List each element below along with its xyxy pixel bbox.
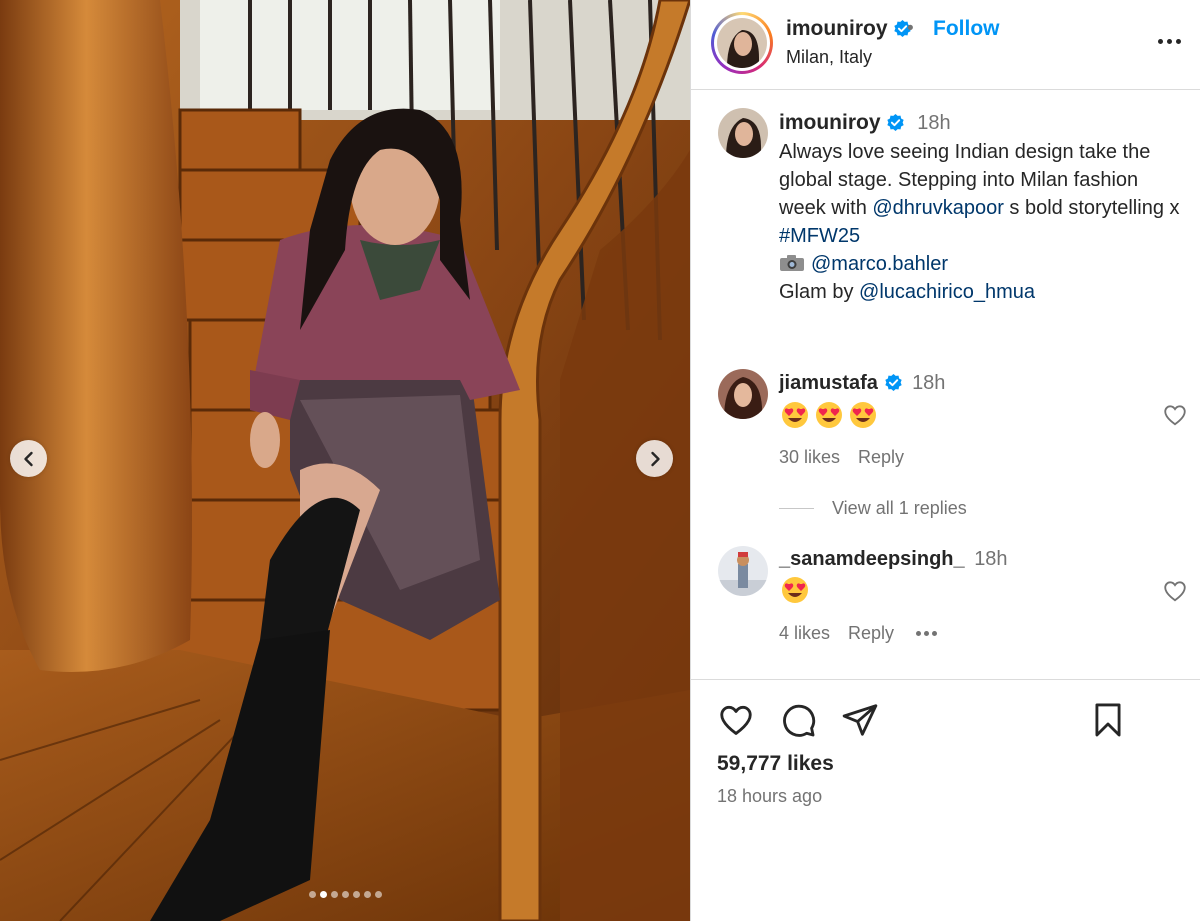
heart-icon[interactable] bbox=[1162, 578, 1188, 604]
slide-dot bbox=[319, 891, 327, 898]
chevron-left-icon bbox=[23, 451, 33, 466]
chevron-right-icon bbox=[650, 451, 660, 466]
view-replies-button[interactable]: View all 1 replies bbox=[779, 498, 967, 519]
verified-badge-icon bbox=[887, 113, 905, 132]
comment-time: 18h bbox=[912, 372, 946, 394]
comment-meta: 30 likes Reply bbox=[779, 447, 904, 468]
author-username[interactable]: imouniroy bbox=[786, 17, 912, 41]
reply-button[interactable]: Reply bbox=[848, 623, 894, 644]
slide-dot bbox=[341, 891, 349, 898]
more-options-icon[interactable] bbox=[1153, 30, 1185, 52]
slide-dot bbox=[330, 891, 338, 898]
view-replies-label: View all 1 replies bbox=[832, 498, 967, 518]
reply-button[interactable]: Reply bbox=[858, 447, 904, 468]
header-separator: • bbox=[907, 18, 914, 39]
comment-text bbox=[781, 576, 809, 604]
comment-username[interactable]: _sanamdeepsingh_ 18h bbox=[779, 548, 1008, 571]
comment-meta: 4 likes Reply bbox=[779, 623, 938, 644]
caption-body: Always love seeing Indian design take th… bbox=[779, 138, 1189, 306]
slide-dot bbox=[352, 891, 360, 898]
follow-button[interactable]: Follow bbox=[933, 17, 1000, 41]
slide-indicator bbox=[0, 891, 690, 898]
slide-dot bbox=[308, 891, 316, 898]
camera-emoji-icon bbox=[779, 252, 805, 271]
caption-text: s bold storytelling x bbox=[1009, 197, 1180, 219]
post-media[interactable] bbox=[0, 0, 690, 921]
post-header: imouniroy • Follow Milan, Italy bbox=[691, 0, 1200, 90]
heart-eyes-emoji-icon bbox=[782, 402, 808, 428]
commenter-avatar[interactable] bbox=[718, 369, 768, 419]
mention-link[interactable]: @dhruvkapoor bbox=[872, 197, 1003, 219]
slide-dot bbox=[363, 891, 371, 898]
commenter-avatar[interactable] bbox=[718, 546, 768, 596]
divider bbox=[691, 679, 1200, 680]
comment-text bbox=[781, 401, 877, 429]
heart-icon[interactable] bbox=[717, 701, 755, 739]
caption-username[interactable]: imouniroy 18h bbox=[779, 111, 951, 135]
post-side-panel: imouniroy • Follow Milan, Italy imouniro… bbox=[690, 0, 1200, 921]
post-photo bbox=[0, 0, 690, 921]
previous-slide-button[interactable] bbox=[10, 440, 47, 477]
caption-avatar[interactable] bbox=[718, 108, 768, 158]
comment-likes[interactable]: 4 likes bbox=[779, 623, 830, 644]
verified-badge-icon bbox=[884, 373, 902, 392]
post-timestamp: 18 hours ago bbox=[717, 786, 823, 806]
heart-eyes-emoji-icon bbox=[816, 402, 842, 428]
send-icon[interactable] bbox=[841, 701, 879, 739]
divider bbox=[779, 508, 814, 509]
caption-time: 18h bbox=[917, 112, 951, 134]
next-slide-button[interactable] bbox=[636, 440, 673, 477]
bookmark-icon[interactable] bbox=[1089, 701, 1127, 739]
comment-icon[interactable] bbox=[779, 701, 817, 739]
mention-link[interactable]: @lucachirico_hmua bbox=[859, 281, 1035, 303]
heart-icon[interactable] bbox=[1162, 402, 1188, 428]
caption-text: Glam by bbox=[779, 281, 854, 303]
hashtag-link[interactable]: #MFW25 bbox=[779, 225, 860, 247]
story-ring[interactable] bbox=[711, 12, 773, 74]
comment-time: 18h bbox=[974, 548, 1008, 570]
comment-more-icon[interactable] bbox=[916, 623, 938, 644]
author-avatar[interactable] bbox=[717, 18, 767, 68]
heart-eyes-emoji-icon bbox=[782, 577, 808, 603]
comment-likes[interactable]: 30 likes bbox=[779, 447, 840, 468]
post-location[interactable]: Milan, Italy bbox=[786, 47, 872, 68]
heart-eyes-emoji-icon bbox=[850, 402, 876, 428]
like-count[interactable]: 59,777 likes bbox=[717, 752, 834, 776]
comment-username[interactable]: jiamustafa 18h bbox=[779, 372, 945, 395]
mention-link[interactable]: @marco.bahler bbox=[811, 253, 948, 275]
slide-dot bbox=[374, 891, 382, 898]
